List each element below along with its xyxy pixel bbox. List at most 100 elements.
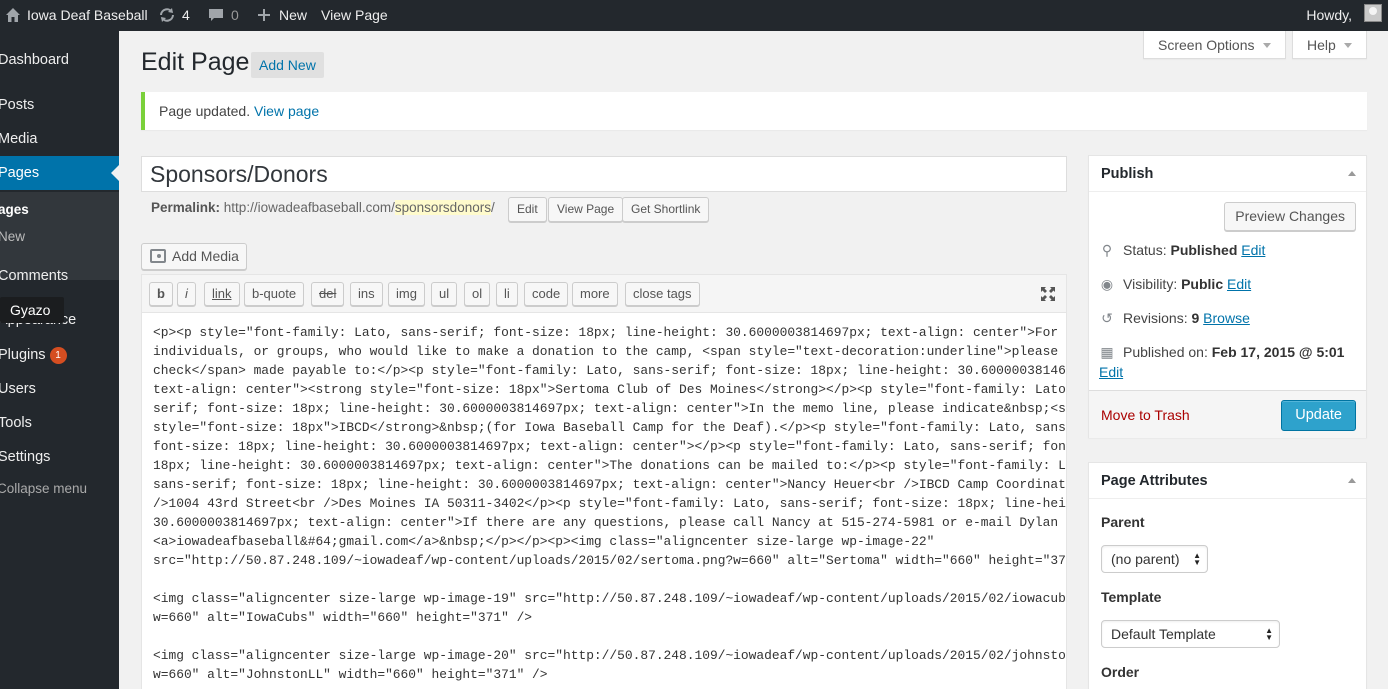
updates-count[interactable]: 4 (182, 0, 190, 31)
howdy-text[interactable]: Howdy, (1306, 0, 1352, 31)
fullscreen-icon[interactable] (1040, 286, 1056, 302)
media-icon (150, 249, 166, 263)
gyazo-tooltip: Gyazo (0, 297, 64, 323)
visibility-row: ◉ Visibility: Public Edit (1099, 276, 1251, 293)
collapse-menu-button[interactable]: Collapse menu (0, 481, 87, 496)
visibility-edit-link[interactable]: Edit (1227, 276, 1251, 292)
editor-line: individuals, or groups, who would like t… (153, 344, 1066, 359)
parent-select-value: (no parent) (1111, 551, 1180, 567)
editor-line: w=660" alt="JohnstonLL" width="660" heig… (153, 667, 548, 682)
published-edit-link[interactable]: Edit (1099, 364, 1123, 380)
qt-ul-button[interactable]: ul (431, 282, 458, 306)
qt-italic-button[interactable]: i (177, 282, 196, 306)
add-media-button[interactable]: Add Media (141, 243, 247, 270)
order-label: Order (1101, 664, 1140, 680)
chevron-up-icon[interactable] (1348, 478, 1356, 483)
published-label: Published on: (1123, 344, 1208, 360)
browse-revisions-link[interactable]: Browse (1203, 310, 1250, 326)
home-icon[interactable] (5, 0, 21, 31)
status-row: ⚲ Status: Published Edit (1099, 242, 1266, 259)
updates-icon[interactable] (158, 0, 176, 31)
qt-more-button[interactable]: more (572, 282, 618, 306)
published-row: ▦ Published on: Feb 17, 2015 @ 5:01 (1099, 344, 1344, 361)
qt-img-button[interactable]: img (388, 282, 425, 306)
editor-line: <img class="aligncenter size-large wp-im… (153, 648, 1066, 663)
qt-ins-button[interactable]: ins (350, 282, 383, 306)
editor-line: />1004 43rd Street<br />Des Moines IA 50… (153, 496, 1066, 511)
plus-icon[interactable] (257, 0, 271, 31)
menu-item-tools[interactable]: Tools (0, 406, 119, 440)
site-name-link[interactable]: Iowa Deaf Baseball (27, 0, 148, 31)
content-textarea[interactable]: <p><p style="font-family: Lato, sans-ser… (142, 314, 1066, 689)
submenu-add-new[interactable]: New (0, 229, 25, 244)
help-button[interactable]: Help (1292, 31, 1367, 59)
editor-line: sans-serif; font-size: 18px; line-height… (153, 477, 1066, 492)
select-arrows-icon: ▲ ▼ (1265, 626, 1273, 642)
text-editor: b i link b-quote del ins img ul ol li co… (141, 274, 1067, 689)
quicktags-toolbar: b i link b-quote del ins img ul ol li co… (142, 275, 1066, 313)
status-label: Status: (1123, 242, 1167, 258)
menu-item-users[interactable]: Users (0, 372, 119, 406)
qt-ol-button[interactable]: ol (464, 282, 491, 306)
editor-line: 30.6000003814697px; text-align: center">… (153, 515, 1066, 530)
menu-item-plugins[interactable]: Plugins 1 (0, 338, 119, 372)
chevron-down-icon (1262, 43, 1271, 48)
post-title-input[interactable] (141, 156, 1067, 192)
comment-icon[interactable] (208, 0, 224, 31)
add-new-button[interactable]: Add New (251, 52, 324, 78)
major-publishing-actions: Move to Trash Update (1089, 390, 1366, 438)
editor-line: font-size: 18px; line-height: 30.6000003… (153, 439, 1066, 454)
comments-count[interactable]: 0 (231, 0, 239, 31)
view-page-link[interactable]: View Page (321, 0, 388, 31)
status-edit-link[interactable]: Edit (1241, 242, 1265, 258)
screen-options-button[interactable]: Screen Options (1143, 31, 1286, 59)
update-button[interactable]: Update (1281, 400, 1356, 431)
qt-bold-button[interactable]: b (149, 282, 173, 306)
view-page-button[interactable]: View Page (548, 197, 624, 222)
menu-item-settings[interactable]: Settings (0, 440, 119, 474)
admin-menu: Dashboard Posts Media Pages ages New Com… (0, 31, 119, 689)
editor-line: src="http://50.87.248.109/~iowadeaf/wp-c… (153, 553, 1066, 568)
permalink-slug[interactable]: sponsorsdonors (394, 200, 491, 215)
menu-item-pages[interactable]: Pages (0, 156, 119, 190)
plugins-update-badge: 1 (49, 347, 67, 364)
page-attributes-heading: Page Attributes (1089, 463, 1366, 499)
new-content-link[interactable]: New (279, 0, 307, 31)
avatar[interactable] (1364, 4, 1382, 22)
publish-box: Publish Preview Changes ⚲ Status: Publish… (1088, 155, 1367, 438)
permalink-row: Permalink: http://iowadeafbaseball.com/s… (151, 200, 495, 215)
editor-line: <p><p style="font-family: Lato, sans-ser… (153, 325, 1059, 340)
menu-item-comments[interactable]: Comments (0, 259, 119, 293)
qt-close-tags-button[interactable]: close tags (625, 282, 700, 306)
qt-code-button[interactable]: code (524, 282, 569, 306)
template-select[interactable]: Default Template ▲ ▼ (1101, 620, 1280, 648)
editor-line: <img class="aligncenter size-large wp-im… (153, 591, 1066, 606)
qt-li-button[interactable]: li (496, 282, 518, 306)
parent-select[interactable]: (no parent) ▲ ▼ (1101, 545, 1208, 573)
menu-item-media[interactable]: Media (0, 122, 119, 156)
editor-line: serif; font-size: 18px; line-height: 30.… (153, 401, 1066, 416)
select-arrows-icon: ▲ ▼ (1193, 551, 1201, 567)
edit-slug-button[interactable]: Edit (508, 197, 547, 222)
pin-icon: ⚲ (1101, 242, 1113, 258)
move-to-trash-link[interactable]: Move to Trash (1101, 407, 1190, 423)
screen-options-label: Screen Options (1158, 37, 1255, 53)
chevron-down-icon (1343, 43, 1352, 48)
qt-link-button[interactable]: link (204, 282, 240, 306)
qt-blockquote-button[interactable]: b-quote (244, 282, 305, 306)
preview-changes-button[interactable]: Preview Changes (1224, 202, 1356, 231)
get-shortlink-button[interactable]: Get Shortlink (622, 197, 710, 222)
publish-heading: Publish (1089, 156, 1366, 192)
editor-line: check</span> made payable to:</p><p styl… (153, 363, 1066, 378)
published-value: Feb 17, 2015 @ 5:01 (1211, 344, 1345, 360)
chevron-up-icon[interactable] (1348, 171, 1356, 176)
template-label: Template (1101, 589, 1162, 605)
menu-item-posts[interactable]: Posts (0, 88, 119, 122)
published-edit-row: Edit (1099, 364, 1123, 380)
submenu-all-pages[interactable]: ages (0, 202, 29, 217)
view-page-notice-link[interactable]: View page (254, 103, 319, 119)
qt-del-button[interactable]: del (311, 282, 345, 306)
menu-item-dashboard[interactable]: Dashboard (0, 43, 119, 77)
revisions-row: ↺ Revisions: 9 Browse (1099, 310, 1250, 327)
